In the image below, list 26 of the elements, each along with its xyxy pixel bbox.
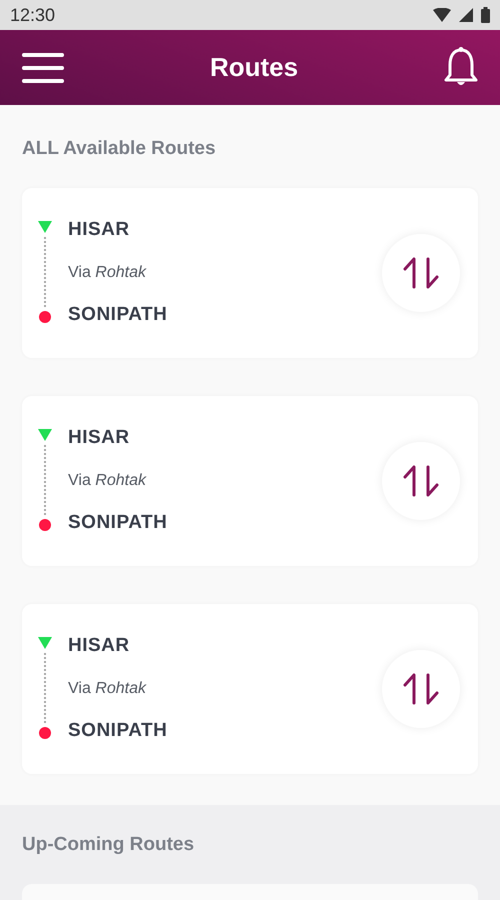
signal-icon bbox=[459, 8, 473, 22]
destination-dot-icon bbox=[39, 311, 51, 323]
menu-icon[interactable] bbox=[22, 52, 64, 82]
status-time: 12:30 bbox=[10, 4, 56, 26]
swap-arrows-icon bbox=[403, 464, 439, 496]
section-title: Up-Coming Routes bbox=[22, 833, 196, 857]
swap-arrows-icon bbox=[403, 672, 439, 704]
via-text: Via Rohtak bbox=[68, 678, 148, 698]
origin-marker-icon bbox=[38, 429, 52, 441]
battery-icon bbox=[481, 7, 490, 23]
destination-city: SONIPATH bbox=[68, 718, 168, 742]
via-text: Via Rohtak bbox=[68, 470, 148, 490]
destination-city: SONIPATH bbox=[68, 302, 168, 326]
swap-arrows-icon bbox=[403, 256, 439, 288]
origin-marker-icon bbox=[38, 637, 52, 649]
origin-city: HISAR bbox=[68, 634, 131, 658]
origin-marker-icon bbox=[38, 221, 52, 233]
destination-dot-icon bbox=[39, 727, 51, 739]
destination-dot-icon bbox=[39, 519, 51, 531]
section-title: ALL Available Routes bbox=[22, 137, 217, 161]
wifi-icon bbox=[433, 8, 451, 22]
origin-city: HISAR bbox=[68, 218, 131, 242]
header-title: Routes bbox=[210, 51, 298, 84]
origin-city: HISAR bbox=[68, 426, 131, 450]
destination-city: SONIPATH bbox=[68, 510, 168, 534]
via-text: Via Rohtak bbox=[68, 262, 148, 282]
